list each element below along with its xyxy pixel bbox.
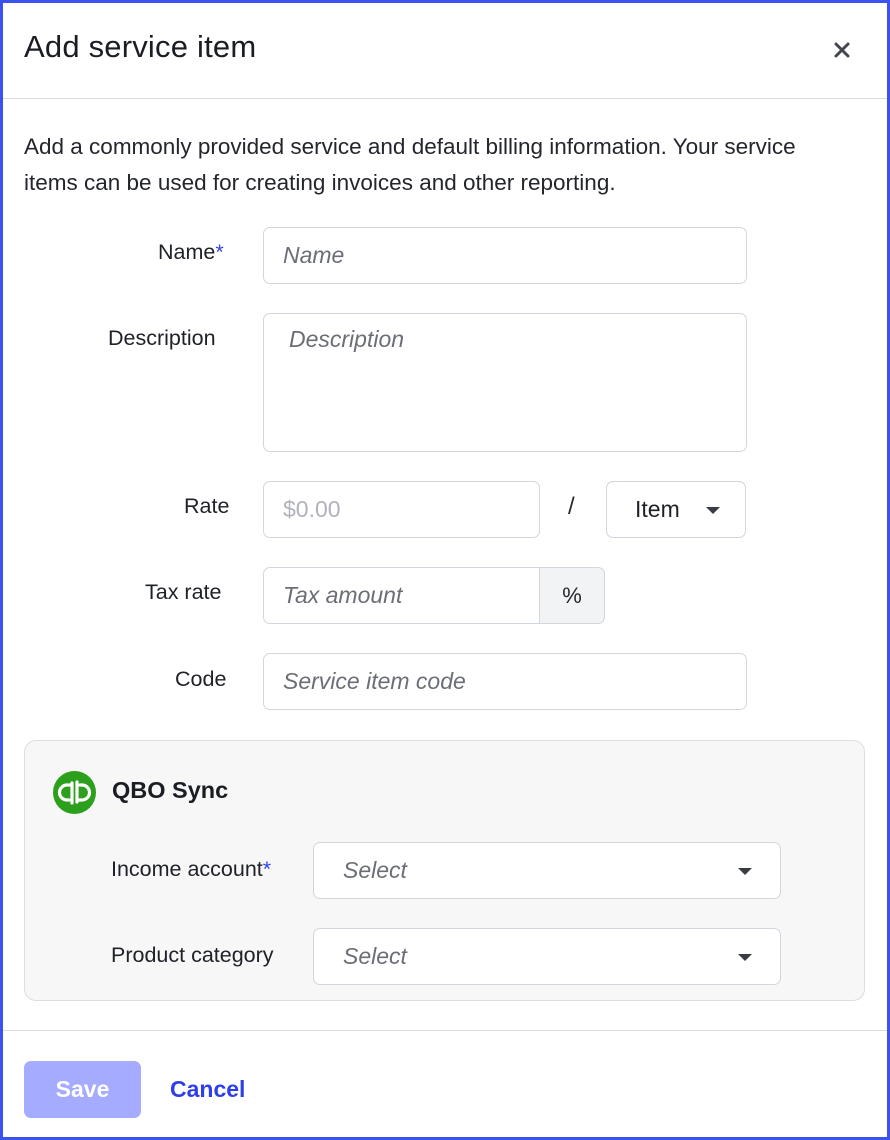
dialog-description: Add a commonly provided service and defa… <box>24 134 796 195</box>
income-account-label: Income account* <box>111 857 271 882</box>
name-input[interactable]: Name <box>263 227 747 284</box>
rate-unit-select[interactable]: Item <box>606 481 746 538</box>
dialog-footer: Save Cancel <box>3 1030 887 1137</box>
name-placeholder: Name <box>283 242 345 268</box>
save-button[interactable]: Save <box>24 1061 141 1118</box>
income-account-label-text: Income account <box>111 857 263 881</box>
chevron-down-icon <box>738 954 752 961</box>
product-category-select[interactable]: Select <box>313 928 781 985</box>
description-placeholder: Description <box>289 326 405 352</box>
rate-unit-value: Item <box>635 496 680 522</box>
code-input[interactable]: Service item code <box>263 653 747 710</box>
quickbooks-logo-icon <box>53 771 96 814</box>
rate-label: Rate <box>184 494 230 518</box>
product-category-label: Product category <box>111 943 274 967</box>
dialog-title: Add service item <box>24 29 257 64</box>
qbo-sync-panel: QBO Sync Income account* Select Product … <box>24 740 865 1001</box>
close-button[interactable] <box>827 35 857 65</box>
rate-separator: / <box>568 493 575 520</box>
description-textarea[interactable]: Description <box>263 313 747 452</box>
code-label: Code <box>175 667 227 691</box>
income-account-select[interactable]: Select <box>313 842 781 899</box>
required-mark: * <box>215 240 224 264</box>
rate-input[interactable]: $0.00 <box>263 481 540 538</box>
tax-rate-input[interactable]: Tax amount <box>263 567 540 624</box>
tax-rate-placeholder: Tax amount <box>283 582 403 608</box>
name-label-text: Name <box>158 240 216 264</box>
tax-rate-label: Tax rate <box>145 580 222 604</box>
add-service-item-dialog: Add service item Add a commonly provided… <box>0 0 890 1140</box>
product-category-value: Select <box>343 943 407 969</box>
rate-placeholder: $0.00 <box>283 496 341 522</box>
required-mark: * <box>262 857 272 881</box>
close-icon <box>834 42 850 58</box>
code-placeholder: Service item code <box>283 668 466 694</box>
name-label: Name* <box>158 240 224 265</box>
percent-addon: % <box>540 567 605 624</box>
cancel-button[interactable]: Cancel <box>170 1061 245 1118</box>
description-label: Description <box>108 326 216 350</box>
income-account-value: Select <box>343 857 407 883</box>
qbo-sync-title: QBO Sync <box>112 777 229 803</box>
chevron-down-icon <box>706 507 720 514</box>
chevron-down-icon <box>738 868 752 875</box>
dialog-header: Add service item <box>3 3 887 99</box>
